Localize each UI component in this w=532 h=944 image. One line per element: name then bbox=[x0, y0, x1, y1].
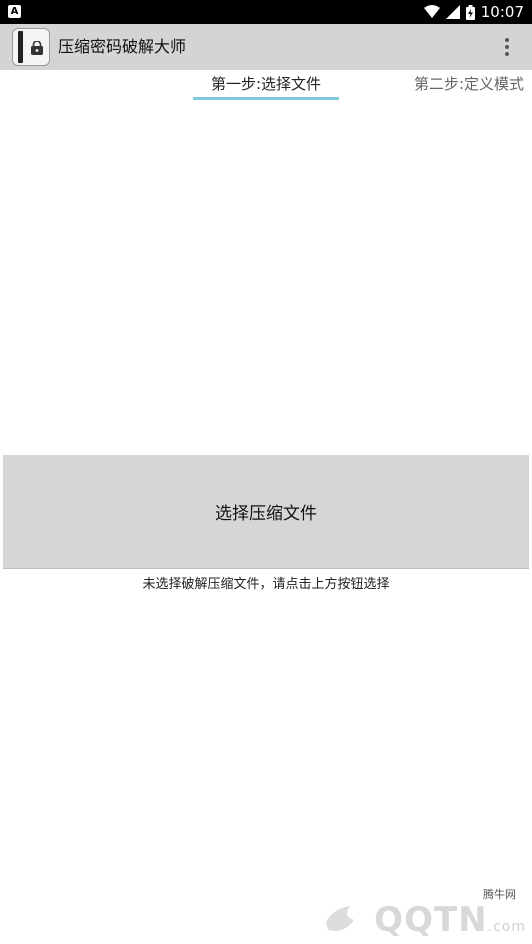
status-bar: A 10:07 bbox=[0, 0, 532, 24]
selection-hint: 未选择破解压缩文件，请点击上方按钮选择 bbox=[142, 577, 390, 592]
battery-icon bbox=[465, 4, 475, 20]
status-time: 10:07 bbox=[480, 3, 524, 21]
select-archive-button[interactable]: 选择压缩文件 bbox=[3, 455, 529, 569]
watermark: 腾牛网 QQTN.com bbox=[316, 886, 526, 940]
step-tabs: 第一步:选择文件 第二步:定义模式 bbox=[0, 70, 532, 102]
app-bar: 压缩密码破解大师 bbox=[0, 24, 532, 70]
tab-step1-select-file[interactable]: 第一步:选择文件 bbox=[193, 70, 339, 100]
watermark-brand: QQTN.com bbox=[374, 900, 526, 940]
app-title: 压缩密码破解大师 bbox=[58, 37, 187, 56]
signal-icon bbox=[445, 5, 460, 19]
tab-step2-define-mode[interactable]: 第二步:定义模式 bbox=[414, 70, 524, 100]
wifi-icon bbox=[423, 5, 440, 18]
watermark-logo-icon bbox=[326, 906, 354, 931]
archive-lock-icon bbox=[12, 28, 50, 66]
status-icons: 10:07 bbox=[423, 0, 524, 24]
overflow-menu-icon[interactable] bbox=[504, 38, 510, 56]
notification-icon: A bbox=[8, 5, 21, 18]
